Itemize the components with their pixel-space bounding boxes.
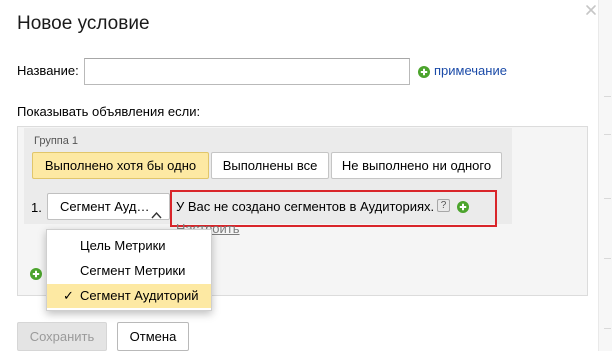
option-label: Цель Метрики xyxy=(80,238,166,253)
checkmark-icon: ✓ xyxy=(63,288,74,303)
note-link[interactable]: примечание xyxy=(434,63,507,78)
save-button[interactable]: Сохранить xyxy=(17,322,107,351)
green-plus-icon[interactable] xyxy=(457,200,469,218)
edge-divider xyxy=(604,328,611,329)
edge-divider xyxy=(604,258,611,259)
match-any-button[interactable]: Выполнено хотя бы одно xyxy=(32,152,209,179)
edge-divider xyxy=(604,96,611,97)
close-icon[interactable] xyxy=(584,3,598,17)
condition-type-dropdown: Цель Метрики Сегмент Метрики ✓ Сегмент А… xyxy=(46,229,212,311)
edge-divider xyxy=(604,198,611,199)
dialog-title: Новое условие xyxy=(17,13,150,34)
add-group-plus-icon[interactable] xyxy=(30,267,42,285)
condition-type-select[interactable]: Сегмент Ауд… xyxy=(47,193,170,220)
background-panel-edge xyxy=(598,0,612,351)
show-ads-label: Показывать объявления если: xyxy=(17,104,201,119)
name-label: Название: xyxy=(17,63,79,78)
select-value: Сегмент Ауд… xyxy=(60,199,150,214)
help-icon[interactable]: ? xyxy=(437,199,450,212)
green-plus-icon[interactable] xyxy=(418,65,430,83)
dropdown-option-metrika-segment[interactable]: Сегмент Метрики xyxy=(47,259,211,283)
error-message: У Вас не создано сегментов в Аудиториях. xyxy=(176,199,435,214)
chevron-up-icon xyxy=(151,202,162,219)
match-none-button[interactable]: Не выполнено ни одного xyxy=(331,152,502,179)
match-all-button[interactable]: Выполнены все xyxy=(211,152,329,179)
option-label: Сегмент Аудиторий xyxy=(80,288,199,303)
group-title: Группа 1 xyxy=(34,135,79,147)
rule-number: 1. xyxy=(31,200,42,215)
dropdown-option-audience-segment[interactable]: ✓ Сегмент Аудиторий xyxy=(47,284,211,308)
option-label: Сегмент Метрики xyxy=(80,263,186,278)
edge-divider xyxy=(604,134,611,135)
name-input[interactable] xyxy=(84,58,410,85)
dropdown-option-metrika-goal[interactable]: Цель Метрики xyxy=(47,234,211,258)
cancel-button[interactable]: Отмена xyxy=(117,322,189,351)
